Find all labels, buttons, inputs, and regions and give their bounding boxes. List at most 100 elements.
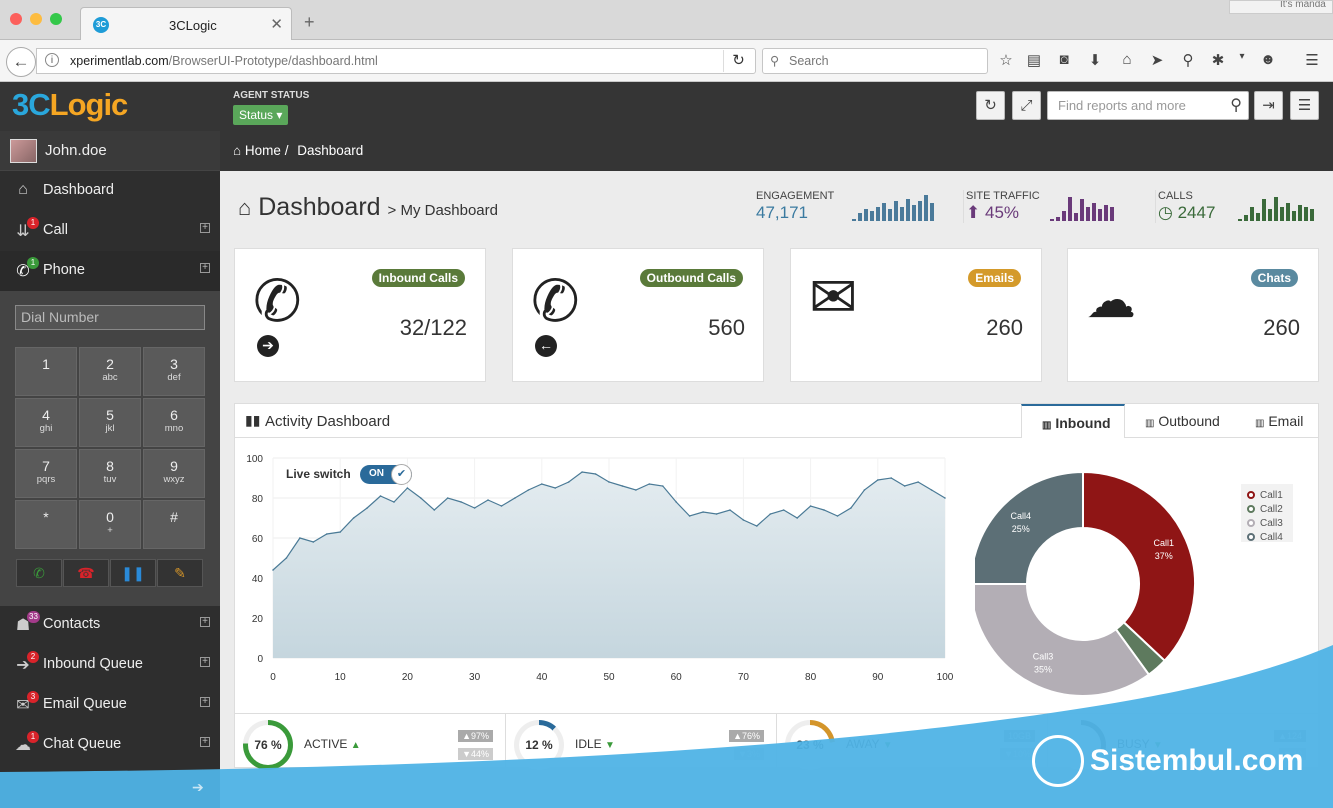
sidebar-item-inbound-queue[interactable]: ➔ 2 Inbound Queue + [0, 645, 220, 685]
app-logo[interactable]: 3CLogic [12, 87, 128, 123]
expand-icon[interactable]: + [200, 657, 210, 667]
sidebar-item-phone[interactable]: ✆ 1 Phone + [0, 251, 220, 291]
emails-card[interactable]: ✉ Emails 260 [790, 248, 1042, 382]
dial-key[interactable]: # [143, 500, 205, 549]
user-profile[interactable]: John.doe [0, 131, 220, 171]
page-title-text: Dashboard [258, 193, 381, 221]
legend-label[interactable]: Call3 [1260, 518, 1283, 529]
tab-email[interactable]: ▥ Email [1235, 404, 1320, 438]
legend-label[interactable]: Call2 [1260, 504, 1283, 515]
tab-close-icon[interactable]: ✕ [270, 15, 283, 33]
data-point [379, 495, 382, 497]
sidebar-item-call[interactable]: ⇊ 1 Call + [0, 211, 220, 251]
sparkline-bar [1304, 207, 1308, 221]
sidebar-item-dashboard[interactable]: ⌂ Dashboard [0, 171, 220, 211]
browser-tab[interactable]: 3C 3CLogic ✕ [80, 7, 292, 41]
legend-marker[interactable] [1247, 533, 1255, 541]
dial-key[interactable]: 6 mno [143, 398, 205, 447]
dial-key[interactable]: 8 tuv [79, 449, 141, 498]
dial-key[interactable]: 5 jkl [79, 398, 141, 447]
dial-key[interactable]: 4 ghi [15, 398, 77, 447]
dial-key[interactable]: 7 pqrs [15, 449, 77, 498]
minimize-window-button[interactable] [30, 13, 42, 25]
home-icon[interactable]: ⌂ [1117, 51, 1137, 68]
send-icon[interactable]: ➤ [1147, 51, 1167, 69]
tab-outbound[interactable]: ▥ Outbound [1125, 404, 1235, 438]
dial-number-input[interactable]: Dial Number [15, 305, 205, 330]
search-icon[interactable]: ⚲ [1230, 92, 1242, 119]
collapse-sidebar-icon[interactable]: ➔ [192, 779, 204, 796]
legend-label[interactable]: Call4 [1260, 532, 1283, 543]
live-switch-toggle[interactable]: ON ✔ [360, 464, 412, 485]
report-search-input[interactable]: Find reports and more ⚲ [1047, 91, 1249, 120]
expand-icon[interactable]: + [200, 263, 210, 273]
legend-marker[interactable] [1247, 491, 1255, 499]
watermark-logo-icon [1032, 735, 1084, 787]
back-button[interactable]: ← [6, 47, 36, 77]
donut-slice[interactable] [1082, 470, 1196, 663]
call-button[interactable]: ✆ [16, 559, 62, 587]
legend-marker[interactable] [1247, 505, 1255, 513]
maximize-window-button[interactable] [50, 13, 62, 25]
pocket-icon[interactable]: ◙ [1054, 51, 1074, 68]
extension-icon[interactable]: ✱ [1208, 51, 1228, 69]
donut-slice[interactable] [975, 583, 1151, 697]
menu-button[interactable]: ☰ [1290, 91, 1319, 120]
data-point [339, 531, 341, 533]
refresh-button[interactable]: ↻ [976, 91, 1005, 120]
legend-label[interactable]: Call1 [1260, 490, 1283, 501]
sidebar-item-chat-queue[interactable]: ☁ 1 Chat Queue + [0, 725, 220, 765]
expand-icon[interactable]: + [200, 617, 210, 627]
data-point [769, 513, 772, 515]
sidebar-item-contacts[interactable]: ☗ 33 Contacts + [0, 605, 220, 645]
sparkline-bar [852, 219, 856, 221]
legend-marker[interactable] [1247, 519, 1255, 527]
pin-icon[interactable]: ⚲ [1178, 51, 1198, 69]
inbound-calls-card[interactable]: ✆ Inbound Calls 32/122 ➔ [234, 248, 486, 382]
outbound-calls-card[interactable]: ✆ Outbound Calls 560 ← [512, 248, 764, 382]
outbound-calls-value: 560 [708, 315, 745, 340]
reload-icon[interactable]: ↻ [723, 50, 753, 72]
arrow-left-icon[interactable]: ← [535, 335, 557, 357]
fullscreen-button[interactable]: ⤢ [1012, 91, 1041, 120]
logout-button[interactable]: ⇥ [1254, 91, 1283, 120]
status-dropdown-button[interactable]: Status ▾ [233, 105, 289, 125]
inbound-calls-label: Inbound Calls [371, 269, 465, 287]
new-tab-button[interactable]: + [304, 12, 315, 33]
reading-list-icon[interactable]: ▤ [1024, 51, 1044, 69]
arrow-right-icon[interactable]: ➔ [257, 335, 279, 357]
agent-status-item: 12 % IDLE ▼ ▲76% ▼3% [506, 714, 777, 770]
dial-key[interactable]: * [15, 500, 77, 549]
expand-icon[interactable]: + [200, 223, 210, 233]
sidebar-item-label: Call [43, 222, 68, 238]
dial-key-number: 9 [170, 458, 178, 474]
data-point [809, 505, 812, 507]
data-point [446, 497, 449, 499]
dial-key[interactable]: 2 abc [79, 347, 141, 396]
browser-menu-icon[interactable]: ☰ [1302, 51, 1322, 69]
tab-inbound[interactable]: ▥ Inbound [1021, 404, 1125, 438]
emoji-icon[interactable]: ☻ [1258, 51, 1278, 68]
download-icon[interactable]: ⬇ [1085, 51, 1105, 69]
breadcrumb-home[interactable]: Home [245, 143, 281, 158]
info-icon[interactable]: i [45, 53, 59, 67]
dial-key[interactable]: 3 def [143, 347, 205, 396]
url-bar[interactable]: i xperimentlab.com/BrowserUI-Prototype/d… [36, 48, 756, 74]
expand-icon[interactable]: + [200, 697, 210, 707]
extension-menu-chevron-icon[interactable]: ▾ [1232, 51, 1252, 62]
dial-key[interactable]: 9 wxyz [143, 449, 205, 498]
mute-button[interactable]: ✎ [157, 559, 203, 587]
browser-search-input[interactable]: ⚲ Search [762, 48, 988, 74]
expand-icon[interactable]: + [200, 737, 210, 747]
activity-area-chart: 0 20 40 60 80 100 0 10 20 30 40 50 60 70 80 90 100 [246, 454, 953, 683]
hold-button[interactable]: ❚❚ [110, 559, 156, 587]
y-tick-label: 40 [252, 574, 264, 585]
traffic-label: SITE TRAFFIC [966, 190, 1040, 202]
dial-key[interactable]: 1 [15, 347, 77, 396]
close-window-button[interactable] [10, 13, 22, 25]
dial-key[interactable]: 0 + [79, 500, 141, 549]
hangup-button[interactable]: ☎ [63, 559, 109, 587]
bookmark-star-icon[interactable]: ☆ [996, 51, 1016, 69]
chats-card[interactable]: ☁ Chats 260 [1067, 248, 1319, 382]
sidebar-item-email-queue[interactable]: ✉ 3 Email Queue + [0, 685, 220, 725]
